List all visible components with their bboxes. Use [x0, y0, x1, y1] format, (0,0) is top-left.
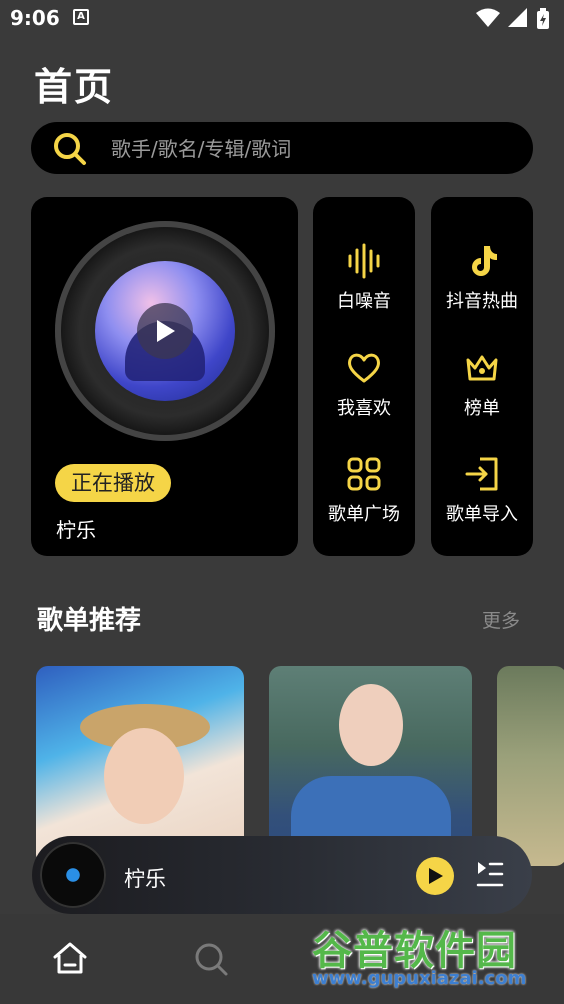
app-notification-icon: A — [73, 9, 89, 25]
import-icon — [465, 457, 498, 491]
tile-playlist-square[interactable]: 歌单广场 — [313, 456, 415, 526]
page-title: 首页 — [34, 65, 115, 109]
tiktok-note-icon — [472, 246, 497, 276]
grid-icon — [347, 457, 381, 491]
mini-player-disc — [40, 842, 106, 908]
play-icon — [429, 868, 443, 884]
play-icon — [157, 320, 175, 342]
playlist-queue-icon[interactable] — [476, 860, 504, 890]
mini-player[interactable]: 柠乐 — [32, 836, 532, 914]
face-shape — [104, 728, 184, 824]
tile-label: 榜单 — [464, 398, 500, 419]
tile-playlist-import[interactable]: 歌单导入 — [431, 456, 533, 526]
quick-tiles-column-2: 抖音热曲 榜单 歌单导入 — [431, 197, 533, 556]
tile-label: 白噪音 — [337, 291, 391, 312]
mini-player-song-title: 柠乐 — [124, 867, 166, 891]
now-playing-card[interactable]: 正在播放 柠乐 — [31, 197, 298, 556]
now-playing-song-title: 柠乐 — [56, 518, 96, 542]
tile-favorites[interactable]: 我喜欢 — [313, 350, 415, 420]
face-shape — [339, 684, 403, 766]
now-playing-badge: 正在播放 — [55, 464, 171, 502]
tile-white-noise[interactable]: 白噪音 — [313, 243, 415, 313]
tile-douyin-hits[interactable]: 抖音热曲 — [431, 243, 533, 313]
search-icon — [54, 133, 86, 165]
status-bar: 9:06 A — [0, 0, 564, 40]
tile-charts[interactable]: 榜单 — [431, 350, 533, 420]
search-bar[interactable] — [31, 122, 533, 174]
home-icon[interactable] — [52, 941, 88, 975]
crown-icon — [466, 355, 498, 381]
tile-label: 歌单导入 — [446, 504, 518, 525]
more-link[interactable]: 更多 — [482, 606, 520, 633]
battery-icon — [537, 8, 549, 29]
tile-label: 我喜欢 — [337, 398, 391, 419]
watermark-url: www.gupuxiazai.com — [312, 968, 527, 989]
watermark: 谷普软件园 www.gupuxiazai.com — [312, 918, 564, 1000]
section-title: 歌单推荐 — [37, 606, 142, 636]
quick-tiles-column-1: 白噪音 我喜欢 歌单广场 — [313, 197, 415, 556]
waveform-icon — [348, 243, 380, 279]
tile-label: 抖音热曲 — [446, 291, 518, 312]
heart-icon — [348, 353, 380, 383]
status-time: 9:06 — [10, 6, 60, 30]
search-input[interactable] — [109, 130, 513, 168]
system-icons — [476, 8, 550, 30]
play-button[interactable] — [137, 303, 193, 359]
search-tab-icon[interactable] — [193, 941, 229, 977]
playlist-card[interactable] — [497, 666, 564, 866]
wifi-icon — [476, 8, 500, 27]
vinyl-disc[interactable] — [55, 221, 275, 441]
tile-label: 歌单广场 — [328, 504, 400, 525]
signal-icon — [508, 8, 527, 27]
mini-play-button[interactable] — [416, 857, 454, 895]
